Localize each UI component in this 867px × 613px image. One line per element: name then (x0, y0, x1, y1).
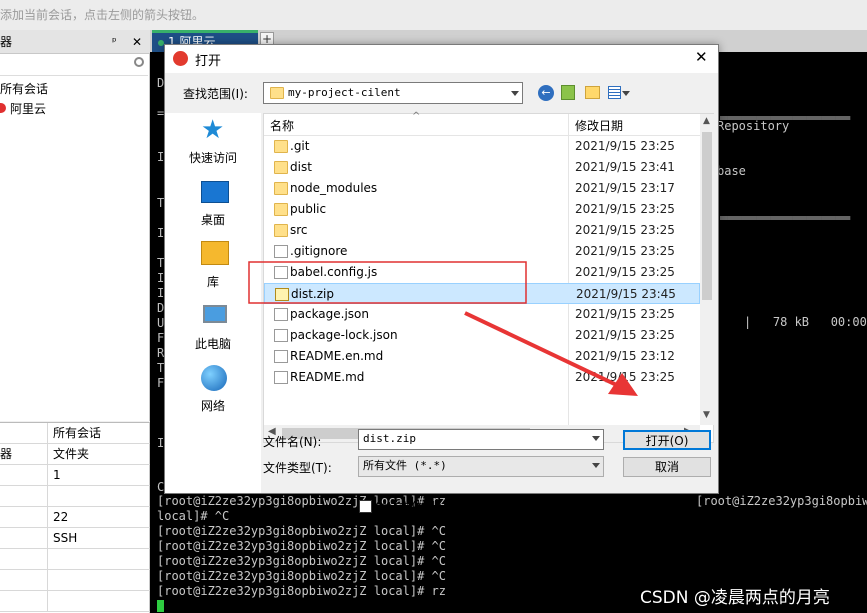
annotation-overlay (248, 261, 638, 396)
watermark: CSDN @凌晨两点的月亮 (640, 588, 830, 608)
annotation-arrow (464, 311, 626, 391)
highlight-box (248, 261, 527, 304)
